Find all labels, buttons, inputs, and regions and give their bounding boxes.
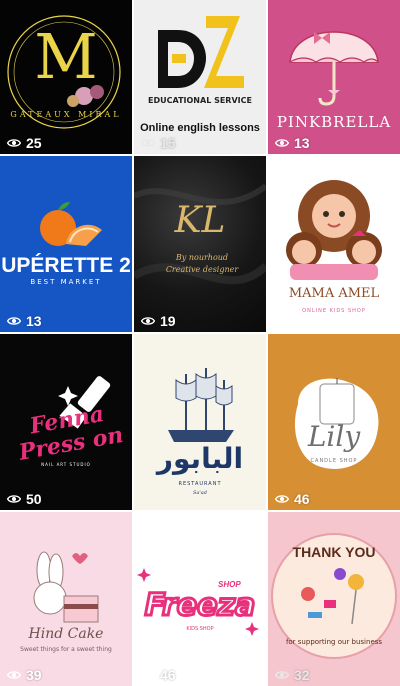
eye-icon: [7, 670, 21, 680]
view-count: 32: [275, 667, 310, 683]
post-tile-gateaux-miral[interactable]: M GATEAUX MIRAL 25: [0, 0, 132, 154]
eye-icon: [141, 138, 155, 148]
hind-cake-label: Hind Cake: [28, 626, 104, 642]
eye-icon: [7, 316, 21, 326]
thank-you-tagline: for supporting our business: [285, 638, 383, 646]
view-count: 50: [7, 491, 42, 507]
thank-you-sticker: [271, 533, 397, 659]
dz-label: EDUCATIONAL SERVICE: [148, 96, 252, 105]
post-tile-dz-educational[interactable]: EDUCATIONAL SERVICE Online english lesso…: [134, 0, 266, 154]
eye-icon: [7, 494, 21, 504]
eye-icon: [275, 494, 289, 504]
gateaux-miral-label: GATEAUX MIRAL: [10, 110, 122, 119]
eye-icon: [7, 138, 21, 148]
hind-cake-tagline: Sweet things for a sweet thing: [20, 646, 112, 653]
view-count: 46: [275, 491, 310, 507]
post-tile-lily-candle[interactable]: Lily CANDLE SHOP 46: [268, 334, 400, 510]
silk-fabric-texture: [134, 183, 266, 285]
view-count: 15: [141, 135, 176, 151]
view-count: 13: [275, 135, 310, 151]
kl-signature: By nourhoud Creative designer: [165, 253, 239, 274]
view-count: 13: [7, 313, 42, 329]
eye-icon: [275, 138, 289, 148]
bunny-cake-illustration: [33, 551, 99, 623]
posts-grid: M GATEAUX MIRAL 25 EDUCATIONAL SERVICE O…: [0, 0, 400, 686]
fenna-tagline: NAIL ART STUDIO: [41, 462, 91, 467]
view-count: 39: [7, 667, 42, 683]
babour-tagline: RESTAURANT: [178, 481, 222, 487]
post-tile-thank-you[interactable]: THANK YOU for supporting our business 32: [268, 512, 400, 686]
lily-label: Lily: [307, 420, 361, 453]
post-tile-hind-cake[interactable]: Hind Cake Sweet things for a sweet thing…: [0, 512, 132, 686]
post-tile-pinkbrella[interactable]: PINKBRELLA 13: [268, 0, 400, 154]
orange-fruit-illustration: [40, 202, 102, 246]
mama-amel-tagline: ONLINE KIDS SHOP: [302, 308, 366, 314]
mother-daughters-illustration: [286, 180, 382, 280]
thank-you-title: THANK YOU: [292, 544, 376, 560]
eye-icon: [141, 316, 155, 326]
post-tile-kl-designer[interactable]: KL By nourhoud Creative designer 19: [134, 156, 266, 332]
pinkbrella-label: PINKBRELLA: [276, 113, 392, 131]
superette-label: UPÉRETTE 2: [1, 254, 131, 277]
post-tile-babour-restaurant[interactable]: البابور RESTAURANT Sa'ad: [134, 334, 266, 510]
eye-icon: [275, 670, 289, 680]
freeza-label: Freeza: [143, 587, 256, 625]
view-count: 19: [141, 313, 176, 329]
post-tile-superette[interactable]: UPÉRETTE 2 BEST MARKET 13: [0, 156, 132, 332]
lily-tagline: CANDLE SHOP: [310, 458, 358, 464]
superette-tagline: BEST MARKET: [30, 278, 102, 286]
mama-amel-label: MAMA AMEL: [288, 286, 380, 301]
post-tile-mama-amel[interactable]: MAMA AMEL ONLINE KIDS SHOP: [268, 156, 400, 332]
view-count: 46: [141, 667, 176, 683]
dz-caption: Online english lessons: [140, 122, 260, 134]
freeza-tagline: KIDS SHOP: [186, 626, 214, 632]
post-tile-fenna-press-on[interactable]: Fenna Press on NAIL ART STUDIO 50: [0, 334, 132, 510]
view-count: 25: [7, 135, 42, 151]
babour-arabic-label: البابور: [156, 442, 244, 475]
babour-signature: Sa'ad: [193, 490, 207, 496]
post-tile-freeza[interactable]: SHOP Freeza KIDS SHOP 46: [134, 512, 266, 686]
gateaux-miral-monogram: M: [34, 20, 98, 93]
kl-monogram: KL: [174, 200, 226, 241]
eye-icon: [141, 670, 155, 680]
